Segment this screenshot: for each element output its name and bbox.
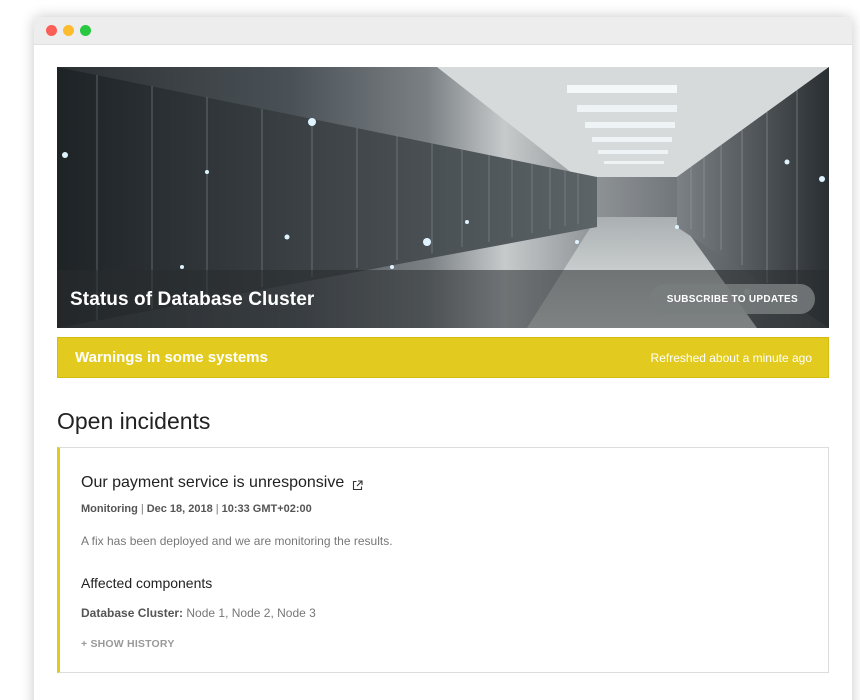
maximize-window-button[interactable] xyxy=(80,25,91,36)
external-link-icon[interactable] xyxy=(352,478,363,490)
incident-meta: Monitoring | Dec 18, 2018 | 10:33 GMT+02:00 xyxy=(81,503,312,515)
affected-components-list: Database Cluster: Node 1, Node 2, Node 3 xyxy=(81,606,806,620)
minimize-window-button[interactable] xyxy=(63,25,74,36)
incident-description: A fix has been deployed and we are monit… xyxy=(81,534,393,548)
affected-group: Database Cluster: xyxy=(81,606,184,620)
affected-components-heading: Affected components xyxy=(81,575,213,591)
page-title: Status of Database Cluster xyxy=(70,289,315,310)
window-titlebar xyxy=(34,17,852,45)
system-status-banner: Warnings in some systems Refreshed about… xyxy=(57,337,829,378)
incident-title[interactable]: Our payment service is unresponsive xyxy=(81,474,344,492)
affected-nodes: Node 1, Node 2, Node 3 xyxy=(186,606,316,620)
incident-card: Our payment service is unresponsive Moni… xyxy=(57,447,829,673)
incident-time: 10:33 GMT+02:00 xyxy=(221,503,312,515)
browser-window: Status of Database Cluster SUBSCRIBE TO … xyxy=(34,17,852,700)
status-message: Warnings in some systems xyxy=(75,349,268,366)
refresh-timestamp: Refreshed about a minute ago xyxy=(650,350,812,365)
status-page: Status of Database Cluster SUBSCRIBE TO … xyxy=(57,67,829,673)
open-incidents-heading: Open incidents xyxy=(57,408,211,434)
close-window-button[interactable] xyxy=(46,25,57,36)
incident-title-row: Our payment service is unresponsive xyxy=(81,474,806,492)
hero-banner: Status of Database Cluster SUBSCRIBE TO … xyxy=(57,67,829,328)
show-history-link[interactable]: + SHOW HISTORY xyxy=(81,638,175,650)
subscribe-button[interactable]: SUBSCRIBE TO UPDATES xyxy=(649,284,815,314)
incident-date: Dec 18, 2018 xyxy=(146,503,213,515)
incident-status: Monitoring xyxy=(81,503,138,515)
